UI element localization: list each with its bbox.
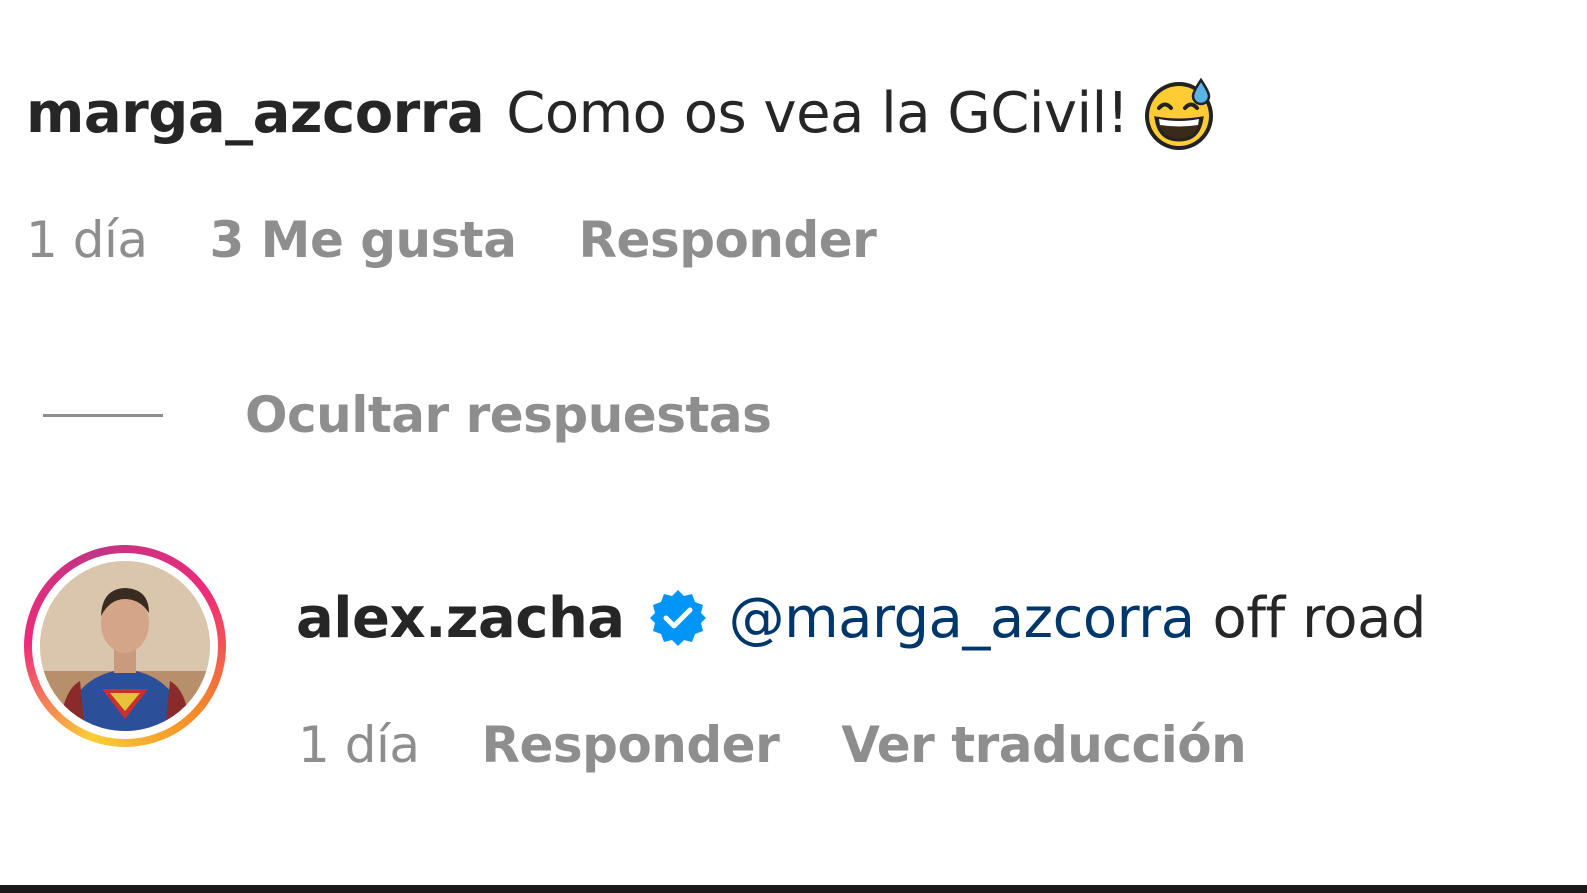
see-translation-button[interactable]: Ver traducción [841, 716, 1247, 774]
parent-comment-text: Como os vea la GCivil! [506, 80, 1129, 146]
bottom-divider [0, 885, 1587, 893]
reply-comment: alex.zacha @marga_azcorra off road [296, 575, 1426, 661]
grinning-face-with-sweat-icon [1139, 72, 1221, 154]
reply-meta: 1 día Responder Ver traducción [298, 710, 1308, 780]
avatar[interactable] [24, 545, 226, 747]
avatar-image [40, 561, 210, 731]
verified-badge-icon [647, 587, 709, 649]
parent-comment-time: 1 día [26, 211, 148, 269]
parent-comment-likes[interactable]: 3 Me gusta [209, 211, 517, 269]
hide-replies-toggle[interactable]: Ocultar respuestas [43, 380, 772, 450]
reply-text: off road [1212, 585, 1427, 651]
hide-replies-label[interactable]: Ocultar respuestas [245, 386, 772, 444]
parent-reply-button[interactable]: Responder [579, 211, 877, 269]
parent-comment-meta: 1 día 3 Me gusta Responder [26, 205, 938, 275]
parent-comment: marga_azcorra Como os vea la GCivil! [26, 70, 1221, 156]
reply-time: 1 día [298, 716, 420, 774]
parent-comment-username[interactable]: marga_azcorra [26, 81, 485, 146]
replies-divider-line [43, 413, 163, 417]
reply-reply-button[interactable]: Responder [481, 716, 779, 774]
mention-link[interactable]: @marga_azcorra [729, 586, 1195, 651]
reply-username[interactable]: alex.zacha [296, 586, 625, 651]
